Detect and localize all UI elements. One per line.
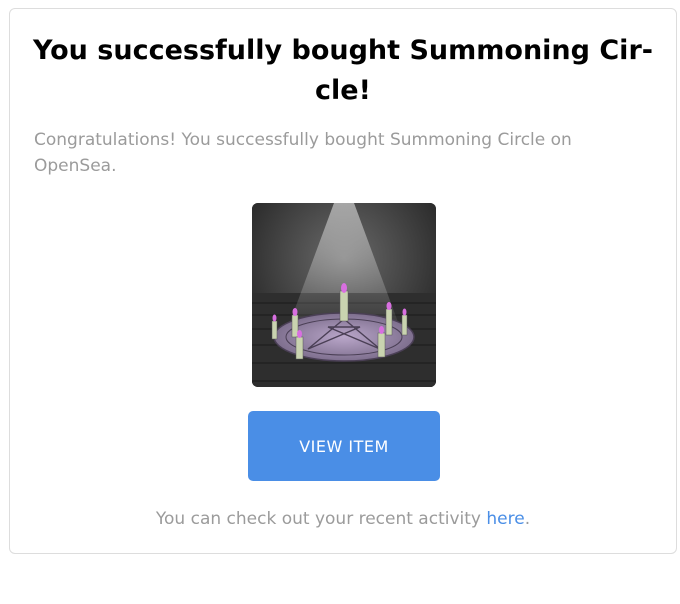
footer-prefix: You can check out your recent activity xyxy=(155,509,487,529)
recent-activity-text: You can check out your recent activity h… xyxy=(10,507,676,531)
page-title: You successfully bought Summoning Cir-cl… xyxy=(26,31,660,111)
footer-suffix: . xyxy=(524,509,531,529)
recent-activity-link[interactable]: here xyxy=(486,509,524,529)
summoning-circle-image[interactable] xyxy=(252,203,436,387)
congratulations-message: Congratulations! You successfully bought… xyxy=(34,130,572,176)
view-item-button[interactable]: VIEW ITEM xyxy=(248,411,440,481)
purchase-confirmation-card: You successfully bought Summoning Cir-cl… xyxy=(9,8,677,554)
title-text: You successfully bought Summoning Cir-cl… xyxy=(33,35,653,106)
